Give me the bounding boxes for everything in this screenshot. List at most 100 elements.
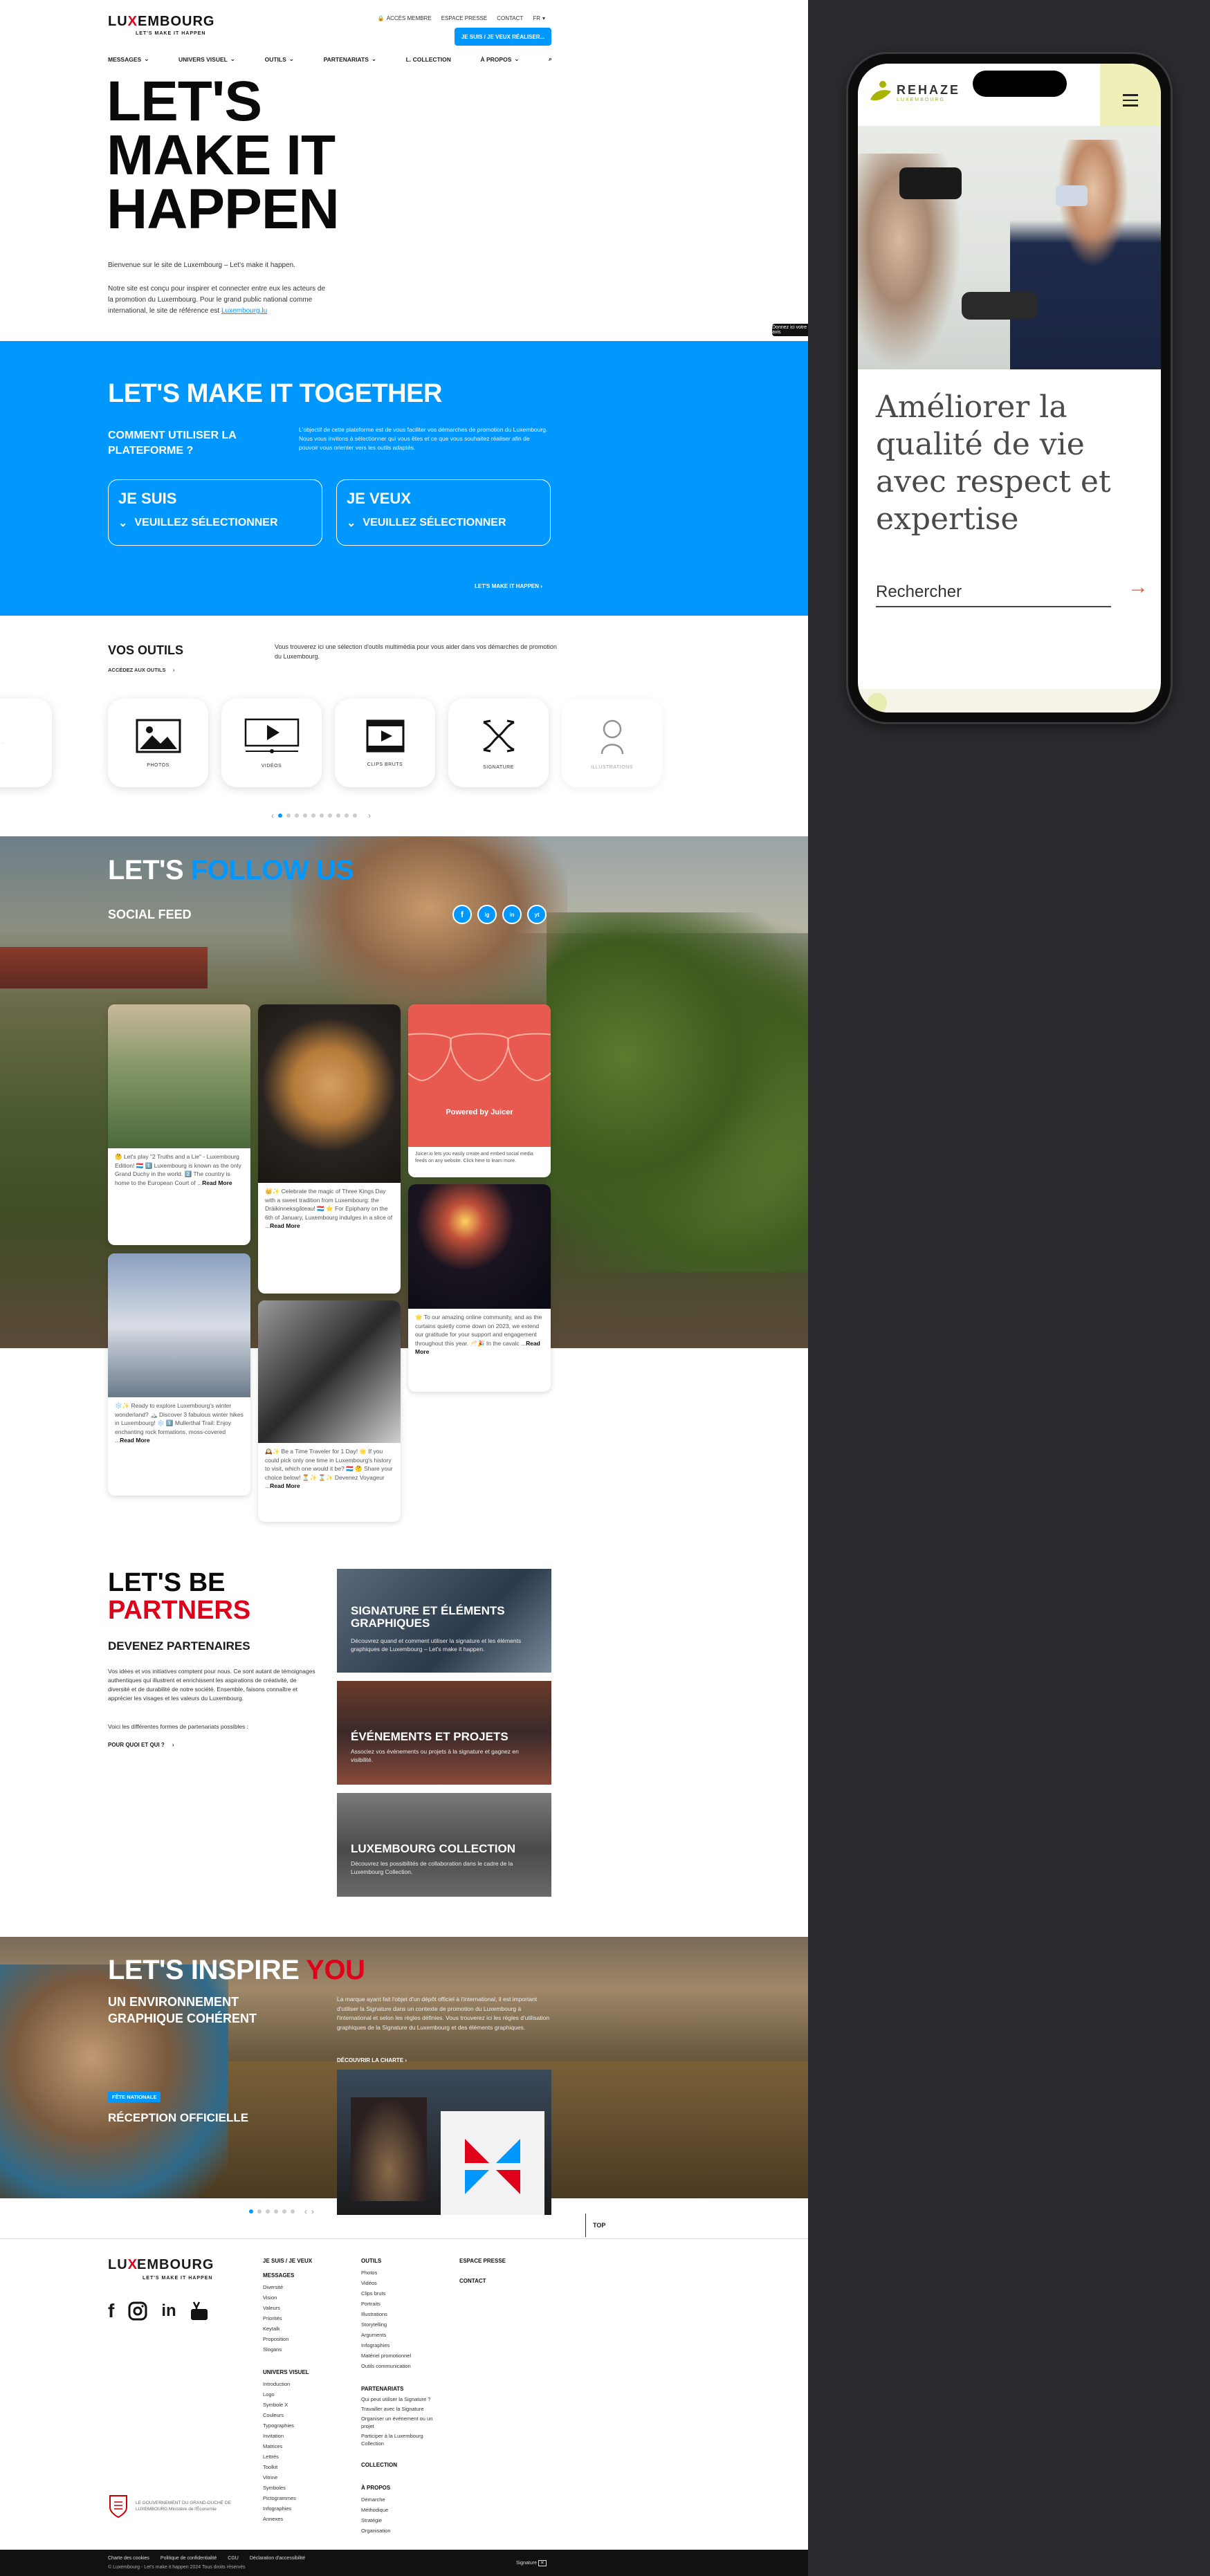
- chevron-down-icon: ⌄: [288, 55, 294, 62]
- luxembourg-link[interactable]: Luxembourg.lu: [221, 307, 267, 315]
- chevron-left-icon[interactable]: ‹: [271, 811, 274, 820]
- partner-card-signature[interactable]: SIGNATURE ET ÉLÉMENTS GRAPHIQUES Découvr…: [337, 1569, 551, 1673]
- juicer-card[interactable]: Powered by Juicer Juicer.io lets you eas…: [408, 1004, 551, 1177]
- read-more-link[interactable]: Read More: [270, 1222, 300, 1229]
- nav-item-collection[interactable]: L. COLLECTION: [406, 55, 451, 63]
- signature-credit[interactable]: Signature ✕: [516, 2560, 547, 2566]
- social-post[interactable]: 🌟 To our amazing online community, and a…: [408, 1184, 551, 1392]
- partner-card-collection[interactable]: LUXEMBOURG COLLECTION Découvrez les poss…: [337, 1793, 551, 1897]
- footer-logo[interactable]: LUXEMBOURG LET'S MAKE IT HAPPEN: [108, 2257, 214, 2281]
- contact-link[interactable]: CONTACT: [497, 15, 523, 21]
- top-links: 🔒 ACCÈS MEMBRE ESPACE PRESSE CONTACT FR ▾: [378, 15, 545, 21]
- main-nav: MESSAGES ⌄ UNIVERS VISUEL ⌄ OUTILS ⌄ PARTEN…: [108, 55, 552, 63]
- back-to-top-link[interactable]: TOP: [585, 2214, 808, 2237]
- instagram-icon[interactable]: [128, 2301, 147, 2321]
- page-dot[interactable]: [291, 2209, 295, 2214]
- page-dot[interactable]: [249, 2209, 253, 2214]
- chevron-right-icon[interactable]: ›: [368, 811, 371, 820]
- facebook-icon[interactable]: f: [108, 2300, 114, 2322]
- post-image: [108, 1253, 250, 1397]
- government-logo[interactable]: LE GOUVERNEMENT DU GRAND-DUCHÉ DE LUXEMB…: [108, 2494, 239, 2519]
- page-dot[interactable]: [274, 2209, 278, 2214]
- page-dot[interactable]: [311, 813, 315, 818]
- page-dot[interactable]: [266, 2209, 270, 2214]
- partners-link[interactable]: POUR QUOI ET QUI ? ›: [108, 1742, 174, 1748]
- arrow-right-icon[interactable]: →: [1128, 576, 1148, 599]
- logo-text-b: EMBOURG: [138, 14, 215, 29]
- instagram-icon[interactable]: ig: [477, 905, 497, 924]
- page-dot[interactable]: [353, 813, 357, 818]
- social-post[interactable]: 👑✨ Celebrate the magic of Three Kings Da…: [258, 1004, 401, 1294]
- legal-bar: Charte des cookies Politique de confiden…: [0, 2550, 808, 2576]
- phone-frame: REHAZE LUXEMBOURG Améliorer la qualité d…: [848, 54, 1171, 722]
- nav-item-apropos[interactable]: À PROPOS ⌄: [481, 55, 520, 63]
- page-dot[interactable]: [295, 813, 299, 818]
- linkedin-icon[interactable]: in: [161, 2301, 176, 2321]
- inspire-link[interactable]: DÉCOUVRIR LA CHARTE ›: [337, 2057, 407, 2063]
- cta-button[interactable]: JE SUIS / JE VEUX RÉALISER...: [455, 28, 551, 46]
- tool-card-illustrations[interactable]: ILLUSTRATIONS: [562, 699, 662, 787]
- page-dot[interactable]: [257, 2209, 262, 2214]
- cookies-link[interactable]: Charte des cookies: [108, 2556, 149, 2561]
- site-logo[interactable]: LUXEMBOURG LET'S MAKE IT HAPPEN: [108, 14, 214, 36]
- privacy-link[interactable]: Politique de confidentialité: [161, 2556, 217, 2561]
- nav-item-univers[interactable]: UNIVERS VISUEL ⌄: [178, 55, 235, 63]
- hero-intro: Bienvenue sur le site de Luxembourg – Le…: [108, 261, 295, 269]
- read-more-link[interactable]: Read More: [202, 1179, 232, 1186]
- logo-x: X: [127, 14, 138, 29]
- page-dot[interactable]: [286, 813, 291, 818]
- partner-card-events[interactable]: ÉVÉNEMENTS ET PROJETS Associez vos événe…: [337, 1681, 551, 1785]
- page-dot[interactable]: [336, 813, 340, 818]
- phone-search-input[interactable]: Rechercher: [876, 576, 1111, 607]
- dynamic-island: [973, 71, 1067, 97]
- chevron-left-icon[interactable]: ‹: [304, 2207, 307, 2216]
- hamburger-menu-button[interactable]: [1100, 64, 1161, 126]
- footer-col-1: JE SUIS / JE VEUX MESSAGES Diversité Vis…: [263, 2258, 313, 2522]
- film-icon: [366, 719, 404, 752]
- social-post[interactable]: 🤔 Let's play "2 Truths and a Lie" - Luxe…: [108, 1004, 250, 1245]
- outils-link[interactable]: ACCÉDEZ AUX OUTILS ›: [108, 667, 174, 673]
- together-more-link[interactable]: LET'S MAKE IT HAPPEN ›: [475, 583, 542, 589]
- nav-item-partenariats[interactable]: PARTENARIATS ⌄: [324, 55, 376, 63]
- press-link[interactable]: ESPACE PRESSE: [441, 15, 488, 21]
- language-select[interactable]: FR ▾: [533, 15, 545, 21]
- je-veux-select[interactable]: JE VEUX ⌄ VEUILLEZ SÉLECTIONNER: [336, 479, 551, 546]
- facebook-icon[interactable]: f: [452, 905, 472, 924]
- page-dot[interactable]: [320, 813, 324, 818]
- terms-link[interactable]: CGU: [228, 2556, 239, 2561]
- rehaze-logo[interactable]: REHAZE LUXEMBOURG: [869, 79, 960, 107]
- accessibility-link[interactable]: Déclaration d'accessibilité: [250, 2556, 305, 2561]
- page-dot[interactable]: [282, 2209, 286, 2214]
- arrow-right-icon: ›: [166, 1742, 174, 1748]
- tool-card-clips[interactable]: CLIPS BRUTS: [335, 699, 435, 787]
- inspire-heading: UN ENVIRONNEMENT GRAPHIQUE COHÉRENT: [108, 1995, 257, 2025]
- nav-item-messages[interactable]: MESSAGES ⌄: [108, 55, 149, 63]
- member-access-link[interactable]: 🔒 ACCÈS MEMBRE: [378, 15, 432, 21]
- youtube-icon[interactable]: yt: [527, 905, 547, 924]
- photo-icon: [136, 719, 181, 753]
- inspire-photo-card[interactable]: [337, 2070, 551, 2215]
- nav-item-outils[interactable]: OUTILS ⌄: [265, 55, 294, 63]
- read-more-link[interactable]: Read More: [120, 1437, 149, 1444]
- page-dot[interactable]: [345, 813, 349, 818]
- page-dot[interactable]: [278, 813, 282, 818]
- social-post[interactable]: 🕰️✨ Be a Time Traveler for 1 Day! 🌟 If y…: [258, 1300, 401, 1522]
- illustration-icon: [601, 719, 623, 754]
- feedback-tab[interactable]: Donnez ici votre avis: [772, 324, 808, 336]
- page-dot[interactable]: [303, 813, 307, 818]
- phone-bottom-strip: [858, 689, 1161, 712]
- linkedin-icon[interactable]: in: [502, 905, 522, 924]
- hero-title: LET'S MAKE IT HAPPEN: [107, 70, 340, 241]
- tool-card-videos[interactable]: VIDÉOS: [221, 699, 322, 787]
- page-dot[interactable]: [328, 813, 332, 818]
- arrow-right-icon: ›: [405, 2057, 407, 2063]
- tool-card-photos[interactable]: PHOTOS: [108, 699, 208, 787]
- search-icon[interactable]: ⌕: [549, 55, 552, 63]
- tool-card-signature[interactable]: SIGNATURE: [448, 699, 549, 787]
- social-post[interactable]: ❄️✨ Ready to explore Luxembourg's winter…: [108, 1253, 250, 1496]
- je-suis-select[interactable]: JE SUIS ⌄ VEUILLEZ SÉLECTIONNER: [108, 479, 322, 546]
- chevron-right-icon[interactable]: ›: [311, 2207, 314, 2216]
- read-more-link[interactable]: Read More: [270, 1482, 300, 1489]
- youtube-icon[interactable]: [190, 2301, 208, 2321]
- tool-card-partial[interactable]: ···: [0, 699, 52, 787]
